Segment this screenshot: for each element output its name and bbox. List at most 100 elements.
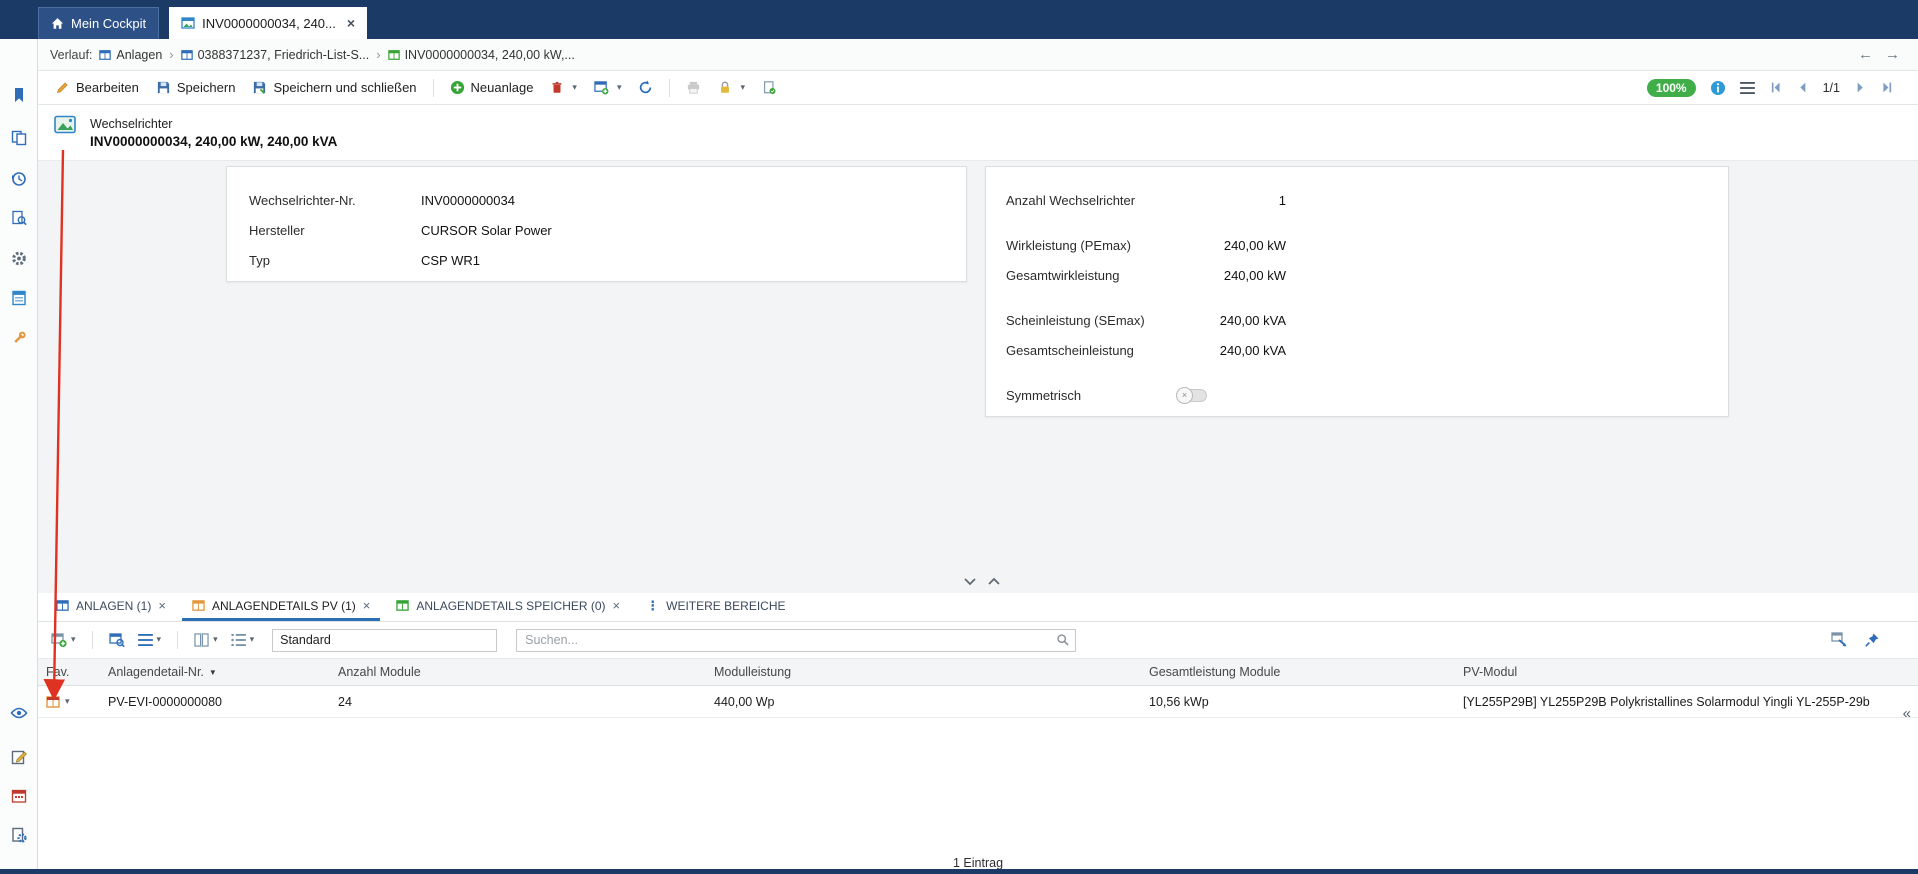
dropdown-caret-icon[interactable]: ▾ <box>617 83 622 93</box>
breadcrumb-item-wechselrichter[interactable]: INV0000000034, 240,00 kW,... <box>387 48 575 62</box>
delete-button[interactable]: ▾ <box>543 76 584 99</box>
notes-icon[interactable] <box>11 749 27 765</box>
field-row: Gesamtwirkleistung 240,00 kW <box>986 260 1728 290</box>
power-detail-panel: Anzahl Wechselrichter 1 Wirkleistung (PE… <box>985 166 1729 417</box>
columns-icon <box>194 633 209 647</box>
field-label: Gesamtscheinleistung <box>1006 342 1134 358</box>
row-dropdown-caret-icon[interactable]: ▾ <box>65 697 70 707</box>
history-icon[interactable] <box>11 171 27 187</box>
grid-toolbar: ▾ ▾ ▾ ▾ <box>38 622 1918 658</box>
grid-add-icon <box>51 632 67 648</box>
print-button[interactable] <box>679 76 708 99</box>
record-count-label: 1 Eintrag <box>952 856 1004 870</box>
tab-anlagen[interactable]: ANLAGEN (1) × <box>46 593 176 621</box>
edit-button[interactable]: Bearbeiten <box>48 76 146 99</box>
open-search-view-button[interactable] <box>106 630 128 650</box>
close-tab-icon[interactable]: × <box>363 598 371 613</box>
field-row: Scheinleistung (SEmax) 240,00 kVA <box>986 305 1728 335</box>
dropdown-caret-icon[interactable]: ▾ <box>157 635 162 645</box>
search-icon[interactable] <box>1056 633 1070 647</box>
field-label: Typ <box>249 252 270 268</box>
record-detail-area: Wechselrichter-Nr. INV0000000034 Herstel… <box>38 160 1918 593</box>
tab-weitere-bereiche[interactable]: ⋮ WEITERE BEREICHE <box>636 593 795 621</box>
search-input[interactable] <box>516 628 1077 652</box>
lock-button[interactable]: ▾ <box>711 76 752 99</box>
view-selector-input[interactable] <box>272 628 498 652</box>
report-document-icon[interactable] <box>11 290 26 306</box>
chevron-up-icon[interactable] <box>987 577 1001 586</box>
tools-wrench-icon[interactable] <box>11 330 27 346</box>
info-icon[interactable] <box>1710 80 1726 96</box>
column-header-anzahl-module[interactable]: Anzahl Module <box>330 665 706 679</box>
bookmark-icon[interactable] <box>12 87 26 103</box>
close-tab-icon[interactable]: × <box>158 598 166 613</box>
prev-page-icon[interactable] <box>1796 81 1809 94</box>
breadcrumb-item-anlagen[interactable]: Anlagen <box>99 48 162 62</box>
dropdown-caret-icon[interactable]: ▾ <box>740 83 745 93</box>
copy-record-button[interactable]: ▾ <box>587 76 629 99</box>
dropdown-caret-icon[interactable]: ▾ <box>250 635 255 645</box>
column-header-pv-modul[interactable]: PV-Modul <box>1455 665 1918 679</box>
history-back-icon[interactable]: ← <box>1858 46 1873 63</box>
watch-eye-icon[interactable] <box>10 706 28 720</box>
record-entity-icon <box>181 16 195 30</box>
calendar-icon[interactable] <box>11 788 27 803</box>
copy-pages-icon[interactable] <box>11 130 27 146</box>
grouping-button[interactable]: ▾ <box>228 632 258 648</box>
search-document-icon[interactable] <box>11 210 27 226</box>
last-page-icon[interactable] <box>1881 81 1894 94</box>
floppy-close-icon <box>252 80 267 95</box>
record-title: INV0000000034, 240,00 kW, 240,00 kVA <box>90 134 338 149</box>
refresh-button[interactable] <box>631 76 660 99</box>
first-page-icon[interactable] <box>1769 81 1782 94</box>
menu-icon[interactable] <box>1739 81 1755 94</box>
new-record-button[interactable]: Neuanlage <box>443 76 541 99</box>
dropdown-caret-icon[interactable]: ▾ <box>71 635 76 645</box>
field-value: CURSOR Solar Power <box>421 222 552 238</box>
save-close-button[interactable]: Speichern und schließen <box>245 76 423 99</box>
data-quality-badge[interactable]: 100% <box>1646 78 1696 97</box>
columns-button[interactable]: ▾ <box>191 631 221 649</box>
history-forward-icon[interactable]: → <box>1885 46 1900 63</box>
tab-label: Mein Cockpit <box>71 16 147 31</box>
export-grid-icon[interactable] <box>1831 632 1848 648</box>
document-settings-icon[interactable] <box>11 827 27 843</box>
dropdown-caret-icon[interactable]: ▾ <box>213 635 218 645</box>
grid-header-row: Fav. Anlagendetail-Nr. ▼ Anzahl Module M… <box>38 658 1918 686</box>
sort-icon[interactable]: ▼ <box>209 668 217 677</box>
toolbar-separator <box>432 78 434 97</box>
tab-anlagendetails-speicher[interactable]: ANLAGENDETAILS SPEICHER (0) × <box>386 593 630 621</box>
close-tab-icon[interactable]: × <box>347 15 355 31</box>
floppy-icon <box>156 80 171 95</box>
pin-icon[interactable] <box>1864 632 1880 648</box>
close-tab-icon[interactable]: × <box>613 598 621 613</box>
dropdown-caret-icon[interactable]: ▾ <box>572 83 577 93</box>
symmetrisch-toggle[interactable]: × <box>1176 386 1207 404</box>
checkout-button[interactable] <box>755 76 783 99</box>
column-header-fav[interactable]: Fav. <box>38 665 100 679</box>
chevron-down-icon[interactable] <box>963 577 977 586</box>
table-row[interactable]: ▾ PV-EVI-0000000080 24 440,00 Wp 10,56 k… <box>38 686 1918 718</box>
column-header-anlagendetail-nr[interactable]: Anlagendetail-Nr. ▼ <box>100 665 330 679</box>
gear-icon[interactable] <box>10 250 27 267</box>
tab-anlagendetails-pv[interactable]: ANLAGENDETAILS PV (1) × <box>181 593 381 621</box>
pv-detail-entity-icon[interactable] <box>46 695 60 709</box>
next-page-icon[interactable] <box>1854 81 1867 94</box>
grid-icon <box>180 49 193 61</box>
home-icon <box>51 17 64 30</box>
tab-record[interactable]: INV0000000034, 240... × <box>169 7 368 39</box>
field-row: Anzahl Wechselrichter 1 <box>986 185 1728 215</box>
tab-mein-cockpit[interactable]: Mein Cockpit <box>38 7 160 39</box>
inverter-detail-panel: Wechselrichter-Nr. INV0000000034 Herstel… <box>226 166 967 282</box>
breadcrumb-item-anlage[interactable]: 0388371237, Friedrich-List-S... <box>180 48 369 62</box>
toolbar-separator <box>91 631 93 649</box>
list-options-button[interactable]: ▾ <box>135 632 165 648</box>
add-row-button[interactable]: ▾ <box>48 630 79 650</box>
column-header-modulleistung[interactable]: Modulleistung <box>706 665 1141 679</box>
cell-modulleistung: 440,00 Wp <box>714 694 775 709</box>
collapse-panel-icon[interactable]: « <box>1903 705 1911 722</box>
record-header: Wechselrichter INV0000000034, 240,00 kW,… <box>38 105 1918 160</box>
column-header-gesamtleistung-module[interactable]: Gesamtleistung Module <box>1141 665 1455 679</box>
save-button[interactable]: Speichern <box>149 76 243 99</box>
field-value: 240,00 kW <box>1223 267 1286 283</box>
